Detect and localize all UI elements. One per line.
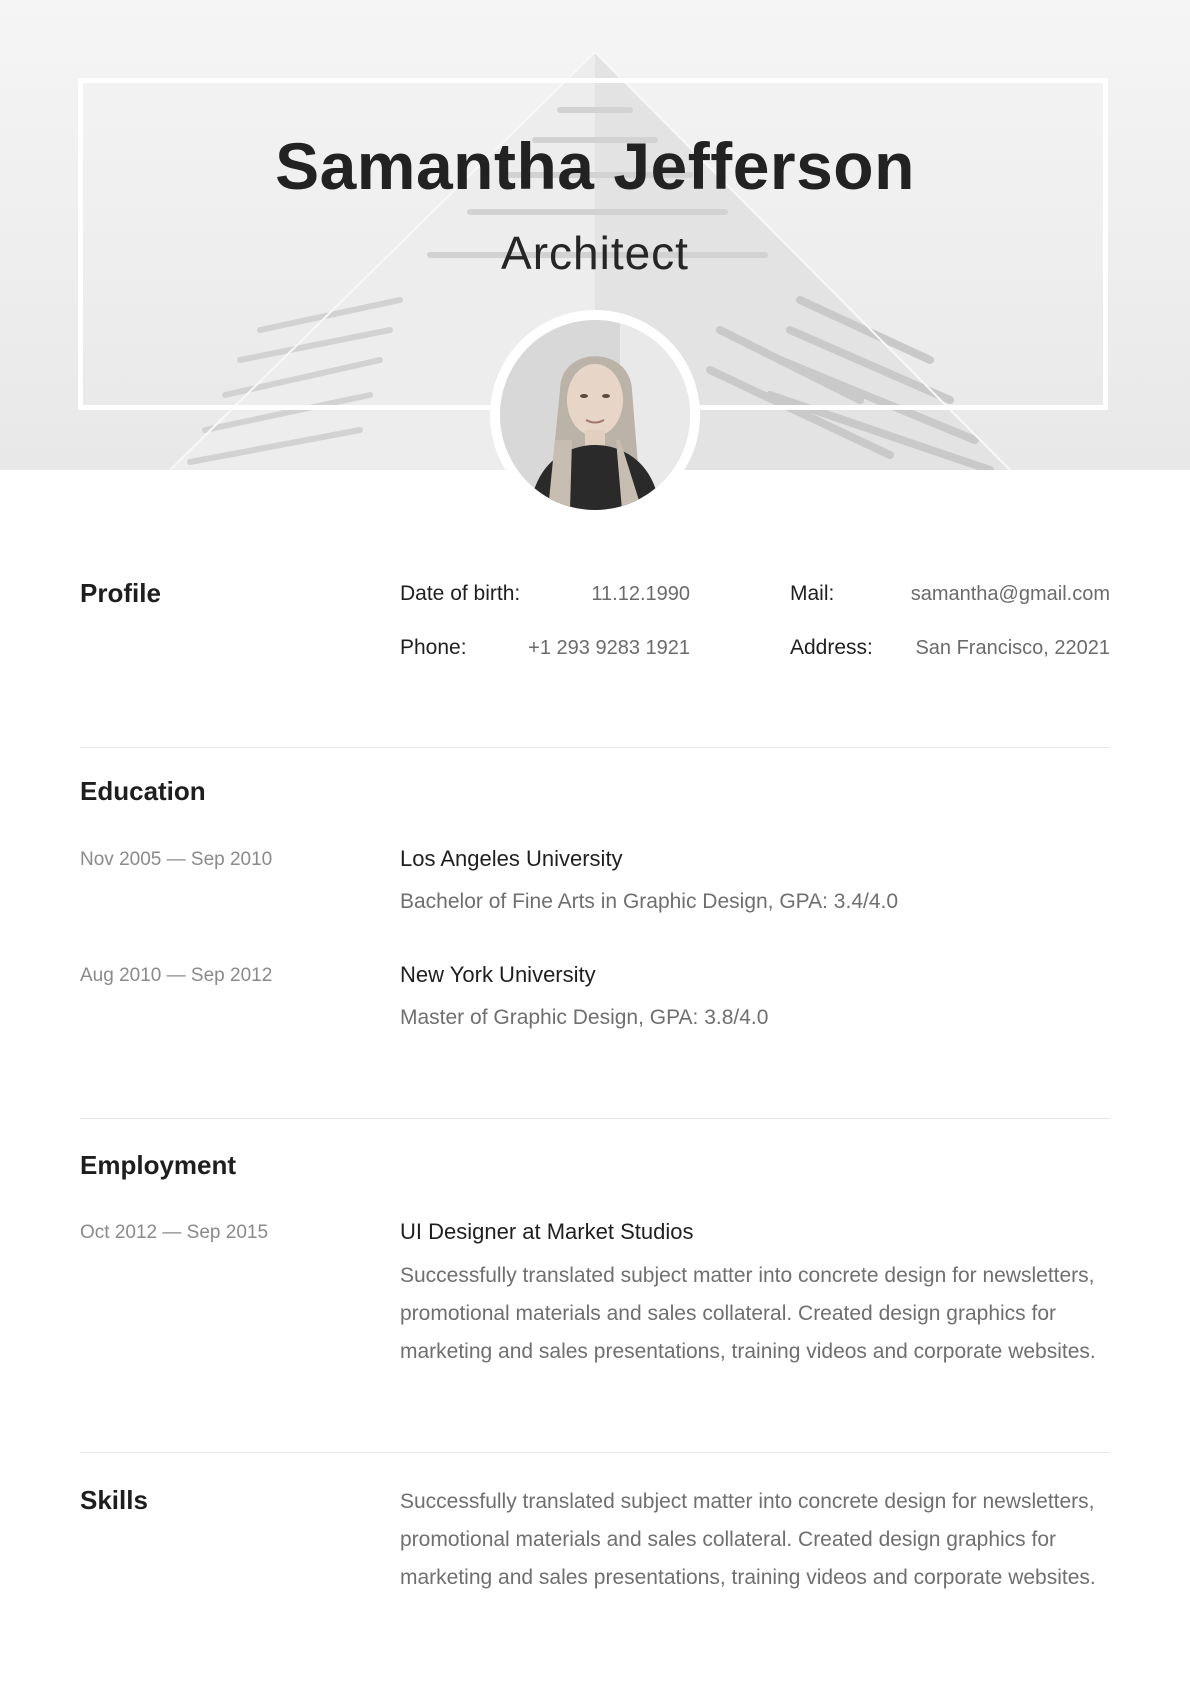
section-heading-skills: Skills: [80, 1485, 148, 1515]
divider: [80, 1452, 1110, 1453]
skills-line: Successfully translated subject matter i…: [400, 1490, 1095, 1513]
job-title: Architect: [501, 227, 689, 279]
address-label: Address:: [790, 636, 873, 659]
education-dates: Nov 2005 — Sep 2010: [80, 849, 273, 870]
skills-line: marketing and sales presentations, train…: [400, 1566, 1096, 1589]
avatar: [500, 320, 690, 510]
section-heading-education: Education: [80, 776, 206, 806]
description-line: promotional materials and sales collater…: [400, 1302, 1057, 1325]
education-school: New York University: [400, 962, 596, 987]
employment-position: UI Designer at Market Studios: [400, 1219, 694, 1244]
education-degree: Master of Graphic Design, GPA: 3.8/4.0: [400, 1006, 769, 1029]
skills-line: promotional materials and sales collater…: [400, 1528, 1057, 1551]
education-dates: Aug 2010 — Sep 2012: [80, 965, 273, 986]
description-line: Successfully translated subject matter i…: [400, 1264, 1095, 1287]
employment-dates: Oct 2012 — Sep 2015: [80, 1222, 269, 1243]
divider: [80, 1118, 1110, 1119]
education-degree: Bachelor of Fine Arts in Graphic Design,…: [400, 890, 899, 913]
mail-label: Mail:: [790, 582, 835, 605]
address-value: San Francisco, 22021: [915, 637, 1110, 659]
divider: [80, 747, 1110, 748]
portrait-photo-icon: [500, 320, 690, 510]
mail-value[interactable]: samantha@gmail.com: [860, 583, 1110, 606]
applicant-name: Samantha Jefferson: [275, 129, 915, 203]
employment-description: Successfully translated subject matter i…: [400, 1257, 1100, 1371]
education-school: Los Angeles University: [400, 846, 623, 871]
section-heading-employment: Employment: [80, 1150, 237, 1180]
skills-description: Successfully translated subject matter i…: [400, 1483, 1100, 1597]
description-line: marketing and sales presentations, train…: [400, 1340, 1096, 1363]
phone-label: Phone:: [400, 636, 467, 659]
section-heading-profile: Profile: [80, 578, 161, 608]
dob-label: Date of birth:: [400, 582, 521, 605]
phone-value[interactable]: +1 293 9283 1921: [500, 637, 690, 660]
dob-value: 11.12.1990: [591, 583, 690, 605]
